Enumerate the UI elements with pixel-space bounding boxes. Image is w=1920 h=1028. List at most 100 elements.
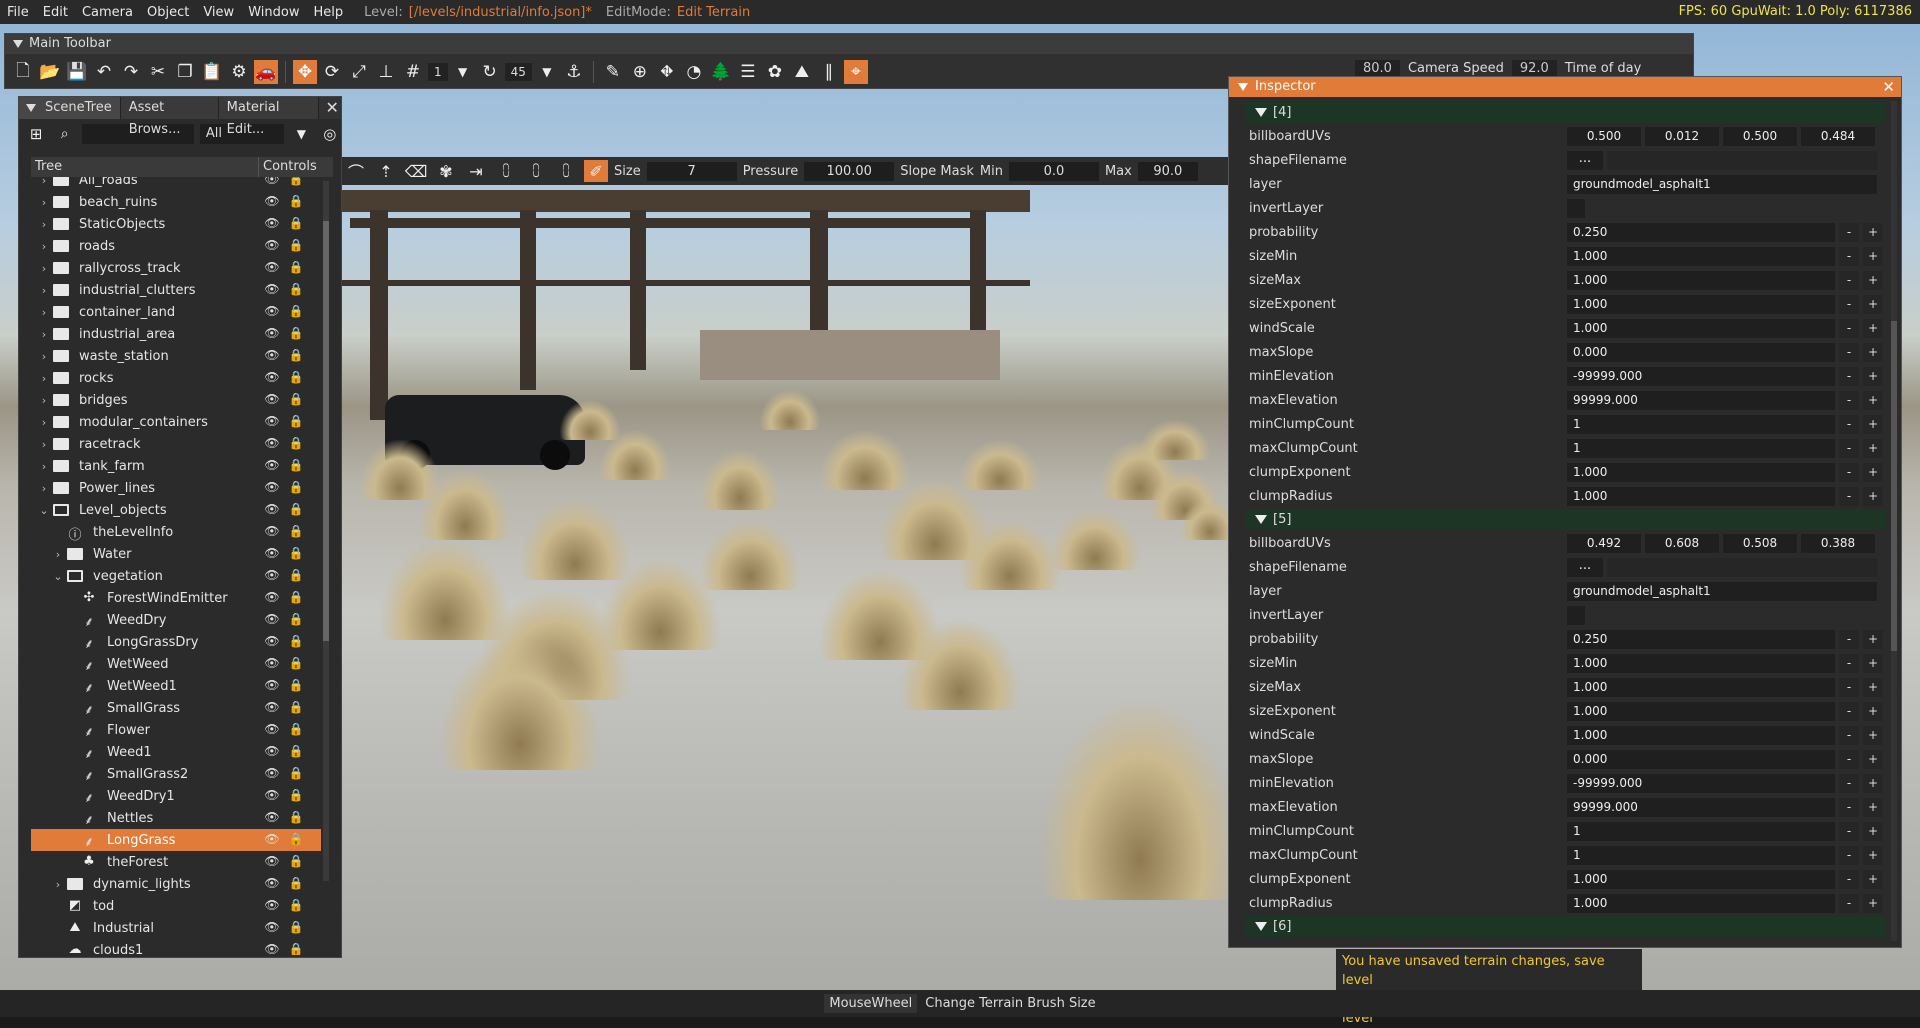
decrement-button[interactable]: - bbox=[1839, 774, 1859, 793]
chevron-right-icon[interactable]: › bbox=[37, 306, 51, 319]
tree-row-tank-farm[interactable]: › tank_farm 👁 🔒 bbox=[31, 455, 321, 477]
eye-icon[interactable]: 👁 bbox=[263, 480, 281, 496]
tab-scenetree[interactable]: SceneTree bbox=[19, 97, 121, 119]
increment-button[interactable]: + bbox=[1863, 654, 1883, 673]
chevron-right-icon[interactable]: › bbox=[37, 394, 51, 407]
tree-row-rallycross-track[interactable]: › rallycross_track 👁 🔒 bbox=[31, 257, 321, 279]
browse-button[interactable]: ... bbox=[1567, 558, 1603, 577]
noise2-icon[interactable]: ⩇ bbox=[524, 160, 548, 182]
eye-icon[interactable]: 👁 bbox=[263, 788, 281, 804]
chevron-right-icon[interactable]: › bbox=[51, 878, 65, 891]
terrain-icon[interactable]: ⛰ bbox=[790, 60, 814, 84]
flatten-icon[interactable]: ⇥ bbox=[464, 160, 488, 182]
lock-icon[interactable]: 🔒 bbox=[287, 282, 305, 298]
uv-field[interactable]: 0.608 bbox=[1645, 534, 1719, 553]
decrement-button[interactable]: - bbox=[1839, 654, 1859, 673]
increment-button[interactable]: + bbox=[1863, 798, 1883, 817]
lock-icon[interactable]: 🔒 bbox=[287, 810, 305, 826]
eye-icon[interactable]: 👁 bbox=[263, 766, 281, 782]
grid-snap-icon[interactable]: # bbox=[401, 60, 425, 84]
grid-snap-value[interactable]: 1 bbox=[428, 63, 448, 81]
lock-icon[interactable]: 🔒 bbox=[287, 876, 305, 892]
decrement-button[interactable]: - bbox=[1839, 798, 1859, 817]
tree-row-dynamic-lights[interactable]: › dynamic_lights 👁 🔒 bbox=[31, 873, 321, 895]
lock-icon[interactable]: 🔒 bbox=[287, 480, 305, 496]
eye-icon[interactable]: 👁 bbox=[263, 700, 281, 716]
eye-icon[interactable]: 👁 bbox=[263, 458, 281, 474]
eye-icon[interactable]: 👁 bbox=[263, 722, 281, 738]
decrement-button[interactable]: - bbox=[1839, 750, 1859, 769]
chevron-right-icon[interactable]: › bbox=[37, 240, 51, 253]
lock-icon[interactable]: 🔒 bbox=[287, 194, 305, 210]
scene-tree-scrollbar[interactable] bbox=[323, 181, 329, 881]
prop-value-field[interactable]: 1.000 bbox=[1567, 726, 1835, 745]
chevron-right-icon[interactable]: › bbox=[37, 416, 51, 429]
prop-value-field[interactable]: 1.000 bbox=[1567, 678, 1835, 697]
increment-button[interactable]: + bbox=[1863, 319, 1883, 338]
prop-value-field[interactable]: 1 bbox=[1567, 846, 1835, 865]
tree-row-industrial-area[interactable]: › industrial_area 👁 🔒 bbox=[31, 323, 321, 345]
tree-row-weeddry[interactable]: ⸙ WeedDry 👁 🔒 bbox=[31, 609, 321, 631]
chevron-down-icon[interactable]: ▼ bbox=[535, 60, 559, 84]
decrement-button[interactable]: - bbox=[1839, 247, 1859, 266]
tab-material-editor[interactable]: Material Edit... bbox=[218, 97, 320, 137]
lock-icon[interactable]: 🔒 bbox=[287, 370, 305, 386]
prop-value-field[interactable]: 1 bbox=[1567, 415, 1835, 434]
slope-min-field[interactable]: 0.0 bbox=[1008, 161, 1099, 181]
lock-icon[interactable]: 🔒 bbox=[287, 942, 305, 955]
road-lanes-icon[interactable]: ∥ bbox=[817, 60, 841, 84]
eye-icon[interactable]: 👁 bbox=[263, 304, 281, 320]
eye-icon[interactable]: 👁 bbox=[263, 282, 281, 298]
decrement-button[interactable]: - bbox=[1839, 678, 1859, 697]
tree-row-bridges[interactable]: › bridges 👁 🔒 bbox=[31, 389, 321, 411]
prop-value-field[interactable]: 1.000 bbox=[1567, 487, 1835, 506]
lock-icon[interactable]: 🔒 bbox=[287, 678, 305, 694]
road-icon[interactable]: ⛖ bbox=[655, 60, 679, 84]
lock-icon[interactable]: 🔒 bbox=[287, 348, 305, 364]
section-header[interactable]: [6] bbox=[1245, 916, 1885, 937]
brush-active-icon[interactable]: ✐ bbox=[584, 160, 608, 182]
increment-button[interactable]: + bbox=[1863, 415, 1883, 434]
eye-icon[interactable]: 👁 bbox=[263, 370, 281, 386]
layers-icon[interactable]: ☰ bbox=[736, 60, 760, 84]
prop-value-field[interactable]: 99999.000 bbox=[1567, 391, 1835, 410]
chevron-right-icon[interactable]: › bbox=[37, 350, 51, 363]
decrement-button[interactable]: - bbox=[1839, 822, 1859, 841]
section-header[interactable]: [5] bbox=[1245, 509, 1885, 530]
move-gizmo-icon[interactable]: ✥ bbox=[293, 60, 317, 84]
eye-icon[interactable]: 👁 bbox=[263, 524, 281, 540]
prop-value-field[interactable]: -99999.000 bbox=[1567, 774, 1835, 793]
vegetation-icon[interactable]: ✿ bbox=[763, 60, 787, 84]
eye-icon[interactable]: 👁 bbox=[263, 436, 281, 452]
lock-icon[interactable]: 🔒 bbox=[287, 634, 305, 650]
forest-icon[interactable]: 🌲 bbox=[709, 60, 733, 84]
increment-button[interactable]: + bbox=[1863, 223, 1883, 242]
tree-row-flower[interactable]: ⸙ Flower 👁 🔒 bbox=[31, 719, 321, 741]
prop-value-field[interactable]: 1.000 bbox=[1567, 319, 1835, 338]
undo-icon[interactable]: ↶ bbox=[92, 60, 116, 84]
pencil-icon[interactable]: ✎ bbox=[601, 60, 625, 84]
rotate-snap-icon[interactable]: ↻ bbox=[478, 60, 502, 84]
redo-icon[interactable]: ↷ bbox=[119, 60, 143, 84]
increment-button[interactable]: + bbox=[1863, 367, 1883, 386]
prop-value-field[interactable]: 99999.000 bbox=[1567, 798, 1835, 817]
prop-value-field[interactable]: 0.250 bbox=[1567, 223, 1835, 242]
browse-button[interactable]: ... bbox=[1567, 151, 1603, 170]
menu-help[interactable]: Help bbox=[306, 5, 350, 20]
decrement-button[interactable]: - bbox=[1839, 894, 1859, 913]
cut-icon[interactable]: ✂ bbox=[146, 60, 170, 84]
tree-row-weed1[interactable]: ⸙ Weed1 👁 🔒 bbox=[31, 741, 321, 763]
copy-icon[interactable]: ❐ bbox=[173, 60, 197, 84]
decrement-button[interactable]: - bbox=[1839, 295, 1859, 314]
lock-icon[interactable]: 🔒 bbox=[287, 458, 305, 474]
eye-icon[interactable]: 👁 bbox=[263, 876, 281, 892]
decrement-button[interactable]: - bbox=[1839, 367, 1859, 386]
prop-value-field[interactable]: 1.000 bbox=[1567, 702, 1835, 721]
tree-row-racetrack[interactable]: › racetrack 👁 🔒 bbox=[31, 433, 321, 455]
tree-row-forestwindemitter[interactable]: ✣ ForestWindEmitter 👁 🔒 bbox=[31, 587, 321, 609]
decrement-button[interactable]: - bbox=[1839, 846, 1859, 865]
uv-field[interactable]: 0.388 bbox=[1801, 534, 1875, 553]
save-icon[interactable]: 💾 bbox=[65, 60, 89, 84]
lock-icon[interactable]: 🔒 bbox=[287, 920, 305, 936]
lock-icon[interactable]: 🔒 bbox=[287, 304, 305, 320]
